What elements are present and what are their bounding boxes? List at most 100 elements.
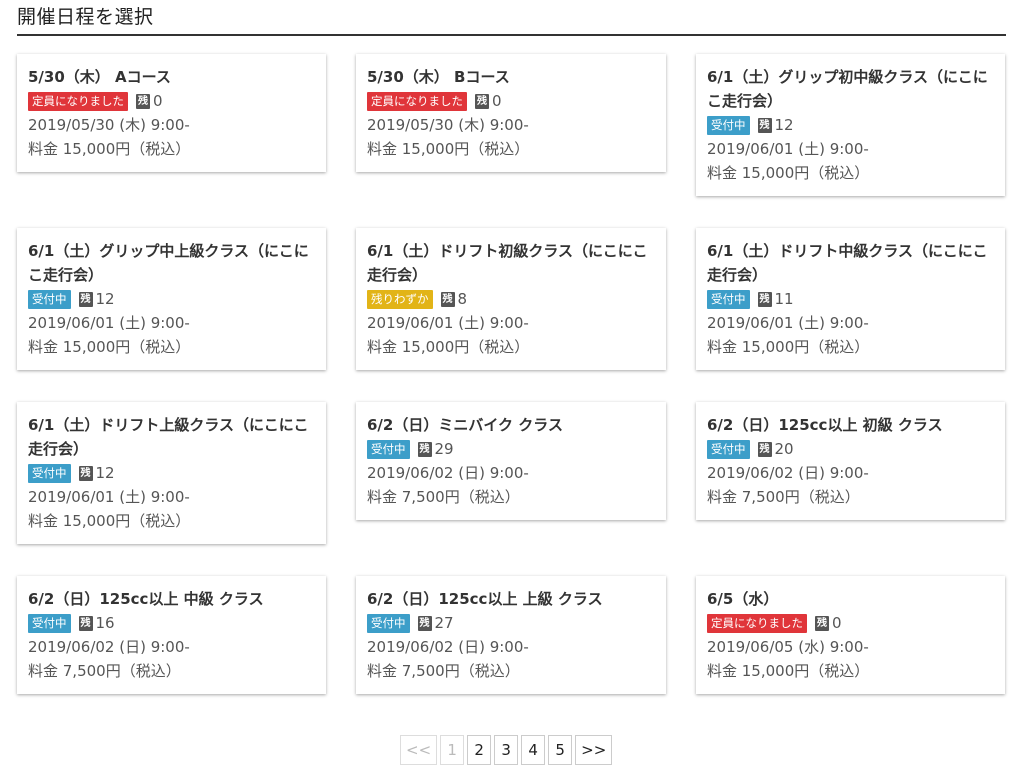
schedule-card[interactable]: 6/2（日）125cc以上 上級 クラス 受付中残 27 2019/06/02 (日)… (356, 576, 666, 694)
pagination-page-1[interactable]: 1 (440, 735, 465, 765)
schedule-card[interactable]: 6/1（土）グリップ初中級クラス（にこにこ走行会） 受付中残 12 2019/06/0… (696, 54, 1005, 196)
remaining-seats-count: 12 (95, 464, 115, 482)
status-row: 残りわずか残 8 (367, 287, 655, 311)
remaining-seats-count: 27 (434, 614, 454, 632)
remaining-seats-icon: 残 (136, 93, 150, 109)
schedule-card[interactable]: 6/1（土）ドリフト中級クラス（にこにこ走行会） 受付中残 11 2019/06/01… (696, 228, 1005, 370)
remaining-seats-icon: 残 (757, 117, 772, 133)
status-badge: 受付中 (707, 289, 750, 309)
card-price: 料金 15,000円（税込） (367, 338, 530, 356)
status-badge: 受付中 (367, 439, 410, 459)
remaining-seats-count: 8 (457, 290, 468, 308)
remaining-seats-count: 0 (832, 614, 842, 632)
card-price: 料金 15,000円（税込） (28, 140, 191, 158)
status-badge: 定員になりました (707, 613, 807, 633)
card-price: 料金 15,000円（税込） (707, 164, 870, 182)
card-title: 6/2（日）125cc以上 初級 クラス (707, 416, 943, 434)
pagination-prev-button[interactable]: << (400, 735, 438, 765)
status-row: 定員になりました残 0 (28, 89, 315, 113)
card-datetime: 2019/06/02 (日) 9:00- (367, 464, 529, 482)
schedule-card[interactable]: 6/1（土）ドリフト上級クラス（にこにこ走行会） 受付中残 12 2019/06/01… (17, 402, 326, 544)
remaining-seats-icon: 残 (78, 615, 93, 631)
remaining-seats-count: 12 (774, 116, 794, 134)
remaining-seats-icon: 残 (815, 615, 829, 631)
pagination-page-4[interactable]: 4 (521, 735, 546, 765)
card-price: 料金 15,000円（税込） (28, 512, 191, 530)
card-datetime: 2019/06/01 (土) 9:00- (28, 314, 190, 332)
status-badge: 受付中 (367, 613, 410, 633)
card-title: 6/2（日）125cc以上 上級 クラス (367, 590, 603, 608)
schedule-card[interactable]: 5/30（木） Bコース 定員になりました残 0 2019/05/30 (木) 9:0… (356, 54, 666, 172)
remaining-seats-icon: 残 (417, 441, 432, 457)
schedule-card[interactable]: 6/2（日）125cc以上 初級 クラス 受付中残 20 2019/06/02 (日)… (696, 402, 1005, 520)
card-datetime: 2019/06/02 (日) 9:00- (28, 638, 190, 656)
pagination-page-5[interactable]: 5 (548, 735, 573, 765)
card-title: 5/30（木） Bコース (367, 68, 510, 86)
card-datetime: 2019/06/05 (水) 9:00- (707, 638, 869, 656)
card-price: 料金 7,500円（税込） (28, 662, 181, 680)
status-badge: 定員になりました (28, 91, 128, 111)
card-title: 5/30（木） Aコース (28, 68, 171, 86)
card-datetime: 2019/06/01 (土) 9:00- (707, 314, 869, 332)
status-row: 受付中残 29 (367, 437, 655, 461)
schedule-card-grid: 5/30（木） Aコース 定員になりました残 0 2019/05/30 (木) 9:0… (17, 54, 1006, 704)
card-title: 6/1（土）ドリフト上級クラス（にこにこ走行会） (28, 416, 309, 458)
card-title: 6/1（土）ドリフト中級クラス（にこにこ走行会） (707, 242, 988, 284)
title-divider (17, 34, 1006, 36)
card-datetime: 2019/06/01 (土) 9:00- (28, 488, 190, 506)
remaining-seats-icon: 残 (440, 291, 455, 307)
card-title: 6/1（土）ドリフト初級クラス（にこにこ走行会） (367, 242, 648, 284)
schedule-card[interactable]: 6/1（土）ドリフト初級クラス（にこにこ走行会） 残りわずか残 8 2019/06/0… (356, 228, 666, 370)
card-title: 6/1（土）グリップ中上級クラス（にこにこ走行会） (28, 242, 309, 284)
remaining-seats-icon: 残 (757, 441, 772, 457)
pagination-page-2[interactable]: 2 (467, 735, 492, 765)
card-price: 料金 7,500円（税込） (707, 488, 860, 506)
status-row: 受付中残 12 (707, 113, 994, 137)
schedule-card[interactable]: 5/30（木） Aコース 定員になりました残 0 2019/05/30 (木) 9:0… (17, 54, 326, 172)
status-row: 定員になりました残 0 (707, 611, 994, 635)
schedule-card[interactable]: 6/2（日）125cc以上 中級 クラス 受付中残 16 2019/06/02 (日)… (17, 576, 326, 694)
card-price: 料金 15,000円（税込） (707, 662, 870, 680)
remaining-seats-icon: 残 (78, 465, 93, 481)
card-datetime: 2019/06/01 (土) 9:00- (367, 314, 529, 332)
status-badge: 受付中 (28, 289, 71, 309)
remaining-seats-count: 20 (774, 440, 794, 458)
schedule-card[interactable]: 6/5（水） 定員になりました残 0 2019/06/05 (水) 9:00- 料金 1… (696, 576, 1005, 694)
pagination: << 1 2 3 4 5 >> (400, 735, 613, 765)
remaining-seats-count: 12 (95, 290, 115, 308)
pagination-next-button[interactable]: >> (575, 735, 613, 765)
remaining-seats-icon: 残 (475, 93, 489, 109)
status-badge: 受付中 (707, 115, 750, 135)
status-badge: 受付中 (28, 613, 71, 633)
card-price: 料金 15,000円（税込） (28, 338, 191, 356)
card-price: 料金 7,500円（税込） (367, 662, 520, 680)
card-price: 料金 15,000円（税込） (707, 338, 870, 356)
status-badge: 残りわずか (367, 289, 433, 309)
schedule-card[interactable]: 6/2（日）ミニバイク クラス 受付中残 29 2019/06/02 (日) 9:00… (356, 402, 666, 520)
card-title: 6/2（日）ミニバイク クラス (367, 416, 563, 434)
card-datetime: 2019/06/01 (土) 9:00- (707, 140, 869, 158)
card-price: 料金 7,500円（税込） (367, 488, 520, 506)
pagination-page-3[interactable]: 3 (494, 735, 519, 765)
status-row: 受付中残 27 (367, 611, 655, 635)
status-row: 受付中残 20 (707, 437, 994, 461)
status-badge: 定員になりました (367, 91, 467, 111)
schedule-card[interactable]: 6/1（土）グリップ中上級クラス（にこにこ走行会） 受付中残 12 2019/06/0… (17, 228, 326, 370)
card-price: 料金 15,000円（税込） (367, 140, 530, 158)
remaining-seats-count: 0 (153, 92, 163, 110)
remaining-seats-count: 16 (95, 614, 115, 632)
card-title: 6/1（土）グリップ初中級クラス（にこにこ走行会） (707, 68, 988, 110)
remaining-seats-icon: 残 (417, 615, 432, 631)
remaining-seats-count: 0 (492, 92, 502, 110)
status-row: 受付中残 11 (707, 287, 994, 311)
card-datetime: 2019/06/02 (日) 9:00- (367, 638, 529, 656)
status-badge: 受付中 (707, 439, 750, 459)
status-row: 受付中残 12 (28, 287, 315, 311)
card-title: 6/5（水） (707, 590, 779, 608)
card-datetime: 2019/06/02 (日) 9:00- (707, 464, 869, 482)
card-datetime: 2019/05/30 (木) 9:00- (367, 116, 529, 134)
status-row: 受付中残 12 (28, 461, 315, 485)
remaining-seats-icon: 残 (78, 291, 93, 307)
card-datetime: 2019/05/30 (木) 9:00- (28, 116, 190, 134)
remaining-seats-count: 29 (434, 440, 454, 458)
